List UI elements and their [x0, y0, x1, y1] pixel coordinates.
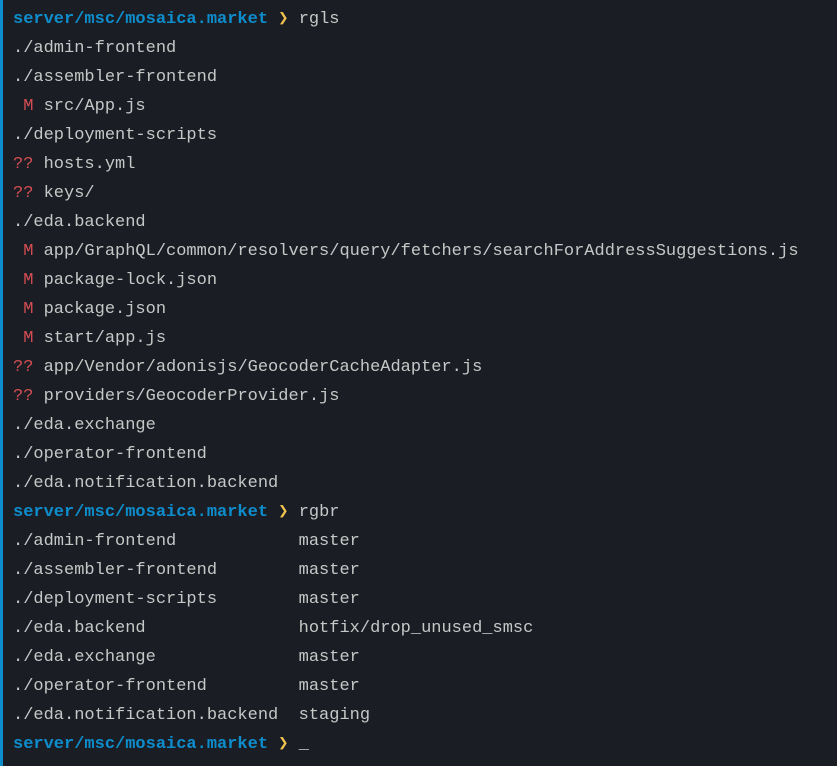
directory-name: ./eda.backend — [13, 213, 146, 232]
untracked-file-line: ?? keys/ — [3, 179, 837, 208]
repo-path: ./eda.exchange — [13, 648, 299, 667]
directory-name: ./eda.exchange — [13, 416, 156, 435]
modified-file-line: M package.json — [3, 295, 837, 324]
status-modified: M — [13, 242, 44, 261]
file-path: hosts.yml — [44, 155, 136, 174]
directory-line: ./operator-frontend — [3, 440, 837, 469]
branch-name: master — [299, 532, 360, 551]
status-untracked: ?? — [13, 387, 44, 406]
file-path: package.json — [44, 300, 166, 319]
cursor: _ — [299, 735, 309, 754]
prompt-line: server/msc/mosaica.market ❯ rgls — [3, 5, 837, 34]
command-text: rgls — [299, 10, 340, 29]
directory-name: ./assembler-frontend — [13, 68, 217, 87]
branch-name: staging — [299, 706, 370, 725]
untracked-file-line: ?? providers/GeocoderProvider.js — [3, 382, 837, 411]
prompt-arrow-icon: ❯ — [268, 503, 299, 522]
file-path: start/app.js — [44, 329, 166, 348]
branch-line: ./operator-frontend master — [3, 672, 837, 701]
prompt-line: server/msc/mosaica.market ❯ rgbr — [3, 498, 837, 527]
directory-line: ./assembler-frontend — [3, 63, 837, 92]
untracked-file-line: ?? hosts.yml — [3, 150, 837, 179]
branch-line: ./deployment-scripts master — [3, 585, 837, 614]
repo-path: ./operator-frontend — [13, 677, 299, 696]
directory-line: ./eda.notification.backend — [3, 469, 837, 498]
repo-path: ./deployment-scripts — [13, 590, 299, 609]
status-untracked: ?? — [13, 155, 44, 174]
status-modified: M — [13, 300, 44, 319]
directory-line: ./deployment-scripts — [3, 121, 837, 150]
prompt-path: server/msc/mosaica.market — [13, 503, 268, 522]
modified-file-line: M package-lock.json — [3, 266, 837, 295]
branch-line: ./eda.backend hotfix/drop_unused_smsc — [3, 614, 837, 643]
directory-name: ./operator-frontend — [13, 445, 207, 464]
branch-name: master — [299, 677, 360, 696]
directory-name: ./deployment-scripts — [13, 126, 217, 145]
modified-file-line: M app/GraphQL/common/resolvers/query/fet… — [3, 237, 837, 266]
file-path: src/App.js — [44, 97, 146, 116]
directory-line: ./admin-frontend — [3, 34, 837, 63]
branch-name: hotfix/drop_unused_smsc — [299, 619, 534, 638]
command-text: rgbr — [299, 503, 340, 522]
status-modified: M — [13, 97, 44, 116]
repo-path: ./eda.backend — [13, 619, 299, 638]
branch-line: ./eda.notification.backend staging — [3, 701, 837, 730]
directory-name: ./admin-frontend — [13, 39, 176, 58]
terminal-output[interactable]: server/msc/mosaica.market ❯ rgls ./admin-… — [3, 5, 837, 759]
status-untracked: ?? — [13, 358, 44, 377]
branch-name: master — [299, 561, 360, 580]
directory-line: ./eda.backend — [3, 208, 837, 237]
directory-line: ./eda.exchange — [3, 411, 837, 440]
branch-name: master — [299, 648, 360, 667]
status-untracked: ?? — [13, 184, 44, 203]
file-path: providers/GeocoderProvider.js — [44, 387, 340, 406]
repo-path: ./assembler-frontend — [13, 561, 299, 580]
repo-path: ./eda.notification.backend — [13, 706, 299, 725]
branch-name: master — [299, 590, 360, 609]
branch-line: ./eda.exchange master — [3, 643, 837, 672]
prompt-line: server/msc/mosaica.market ❯ _ — [3, 730, 837, 759]
file-path: package-lock.json — [44, 271, 217, 290]
file-path: app/Vendor/adonisjs/GeocoderCacheAdapter… — [44, 358, 483, 377]
file-path: keys/ — [44, 184, 95, 203]
repo-path: ./admin-frontend — [13, 532, 299, 551]
modified-file-line: M start/app.js — [3, 324, 837, 353]
status-modified: M — [13, 329, 44, 348]
untracked-file-line: ?? app/Vendor/adonisjs/GeocoderCacheAdap… — [3, 353, 837, 382]
prompt-arrow-icon: ❯ — [268, 735, 299, 754]
prompt-path: server/msc/mosaica.market — [13, 735, 268, 754]
modified-file-line: M src/App.js — [3, 92, 837, 121]
branch-line: ./admin-frontend master — [3, 527, 837, 556]
branch-line: ./assembler-frontend master — [3, 556, 837, 585]
prompt-arrow-icon: ❯ — [268, 10, 299, 29]
directory-name: ./eda.notification.backend — [13, 474, 278, 493]
prompt-path: server/msc/mosaica.market — [13, 10, 268, 29]
status-modified: M — [13, 271, 44, 290]
file-path: app/GraphQL/common/resolvers/query/fetch… — [44, 242, 799, 261]
